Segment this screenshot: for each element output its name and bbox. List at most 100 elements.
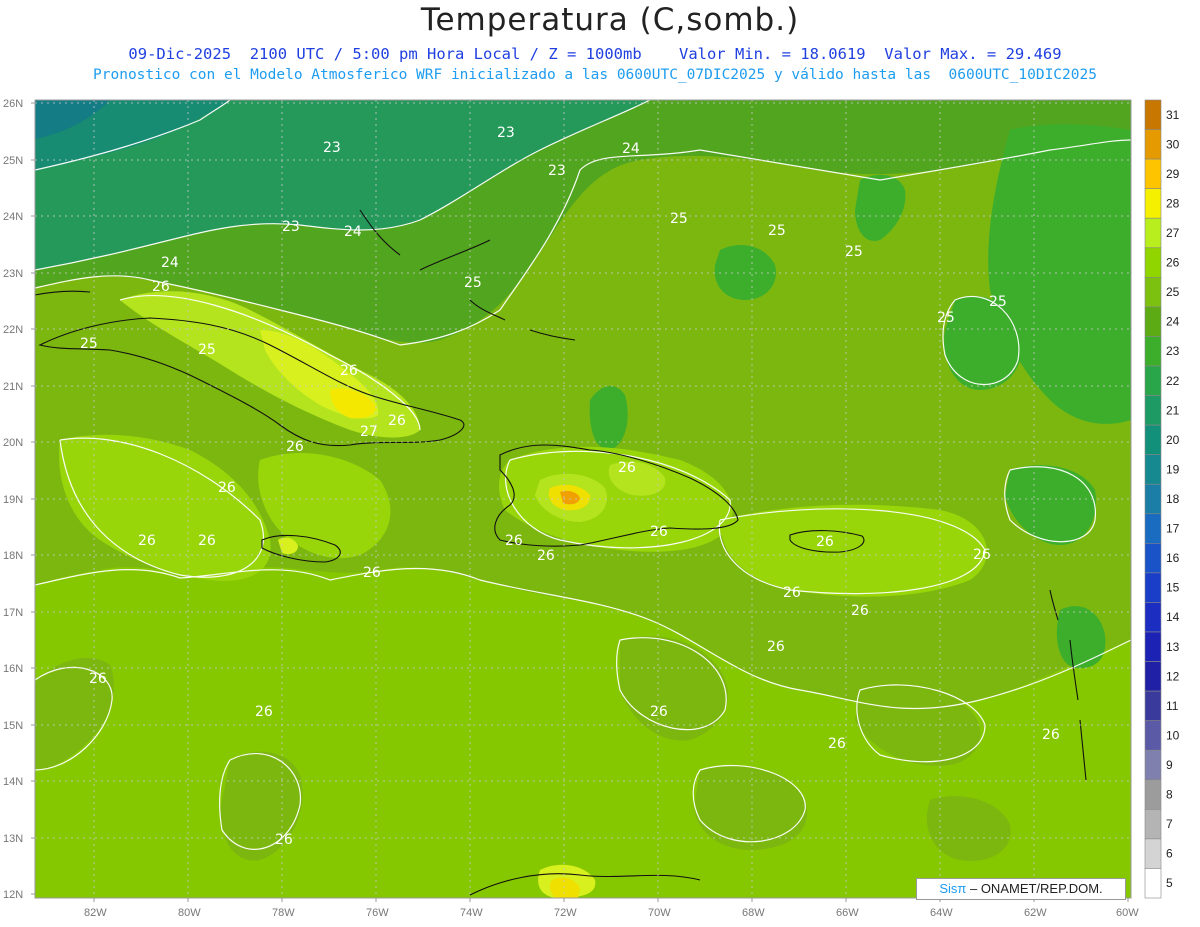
lat-label: 15N [3, 720, 23, 732]
lat-label: 13N [3, 833, 23, 845]
contour-label: 26 [363, 565, 381, 581]
credit-box: Sisπ – ONAMET/REP.DOM. [916, 878, 1126, 900]
lat-label: 26N [3, 98, 23, 110]
contour-label: 26 [851, 603, 869, 619]
colorbar-swatch [1144, 779, 1162, 810]
lon-label: 74W [460, 907, 483, 919]
colorbar-swatch [1144, 247, 1162, 278]
longitude-labels: 82W 80W 78W 76W 74W 72W 70W 68W 66W 64W … [84, 907, 1139, 919]
lat-label: 18N [3, 550, 23, 562]
colorbar-label: 14 [1166, 610, 1180, 624]
contour-label: 25 [80, 336, 98, 352]
contour-label: 26 [286, 439, 304, 455]
lat-label: 23N [3, 268, 23, 280]
colorbar-swatch [1144, 720, 1162, 751]
colorbar-swatch [1144, 306, 1162, 337]
colorbar-label: 5 [1166, 876, 1173, 890]
contour-label: 26 [198, 533, 216, 549]
colorbar-swatch [1144, 277, 1162, 308]
colorbar-label: 30 [1166, 137, 1180, 151]
colorbar-swatch [1144, 838, 1162, 869]
lon-label: 64W [930, 907, 953, 919]
lon-label: 82W [84, 907, 107, 919]
colorbar-label: 11 [1166, 699, 1179, 713]
colorbar-label: 24 [1166, 315, 1180, 329]
contour-label: 26 [255, 704, 273, 720]
contour-label: 24 [622, 141, 640, 157]
lon-label: 66W [836, 907, 859, 919]
colorbar-swatch [1144, 454, 1162, 485]
colorbar-swatch [1144, 602, 1162, 633]
colorbar-label: 21 [1166, 403, 1180, 417]
colorbar-swatch [1144, 483, 1162, 515]
colorbar-swatch [1144, 188, 1162, 219]
contour-label: 24 [161, 255, 179, 271]
contour-label: 26 [767, 639, 785, 655]
temperature-map: 26N 25N 24N 23N 22N 21N 20N 19N 18N 17N … [3, 98, 1180, 919]
contour-label: 26 [275, 832, 293, 848]
colorbar-label: 12 [1166, 669, 1180, 683]
colorbar-label: 17 [1166, 522, 1180, 536]
colorbar-swatch [1144, 749, 1162, 781]
colorbar-swatch [1144, 336, 1162, 367]
contour-label: 26 [152, 279, 170, 295]
colorbar-label: 26 [1166, 256, 1180, 270]
colorbar-swatch [1144, 395, 1162, 426]
contour-label: 26 [816, 534, 834, 550]
lon-label: 76W [366, 907, 389, 919]
colorbar-label: 23 [1166, 344, 1180, 358]
colorbar-swatch [1144, 513, 1162, 544]
contour-label: 25 [768, 223, 786, 239]
contour-label: 26 [340, 363, 358, 379]
contour-label: 26 [828, 736, 846, 752]
lat-label: 14N [3, 776, 23, 788]
contour-label: 26 [505, 533, 523, 549]
colorbar-label: 18 [1166, 492, 1180, 506]
lat-label: 21N [3, 381, 23, 393]
lon-label: 62W [1024, 907, 1047, 919]
contour-label: 26 [138, 533, 156, 549]
colorbar-label: 20 [1166, 433, 1180, 447]
colorbar-label: 25 [1166, 285, 1180, 299]
lat-label: 22N [3, 324, 23, 336]
colorbar-label: 13 [1166, 640, 1180, 654]
contour-label: 26 [388, 413, 406, 429]
colorbar-label: 22 [1166, 374, 1180, 388]
contour-label: 26 [783, 585, 801, 601]
colorbar-swatch [1144, 99, 1162, 130]
colorbar-swatch [1144, 868, 1162, 899]
contour-label: 25 [670, 211, 688, 227]
colorbar-swatch [1144, 572, 1162, 603]
colorbar-swatch [1144, 809, 1162, 840]
colorbar-label: 10 [1166, 728, 1180, 742]
colorbar-swatch [1144, 365, 1162, 396]
contour-label: 27 [360, 424, 378, 440]
contour-label: 25 [198, 342, 216, 358]
lat-label: 12N [3, 889, 23, 901]
colorbar-label: 29 [1166, 167, 1180, 181]
colorbar-label: 16 [1166, 551, 1180, 565]
colorbar-label: 15 [1166, 581, 1180, 595]
lon-label: 80W [178, 907, 201, 919]
temperature-colorbar: 31 30 29 28 27 26 25 24 23 22 21 20 19 18 17 16 15 14 13 12… [1144, 99, 1180, 899]
colorbar-swatch [1144, 661, 1162, 692]
contour-label: 25 [464, 275, 482, 291]
colorbar-swatch [1144, 631, 1162, 662]
contour-label: 24 [344, 224, 362, 240]
credit-text: – ONAMET/REP.DOM. [966, 881, 1103, 896]
lat-label: 24N [3, 211, 23, 223]
colorbar-swatch [1144, 217, 1162, 249]
colorbar-label: 8 [1166, 788, 1173, 802]
colorbar-swatch [1144, 424, 1162, 455]
colorbar-label: 19 [1166, 462, 1180, 476]
contour-label: 26 [218, 480, 236, 496]
lon-label: 72W [554, 907, 577, 919]
contour-label: 23 [548, 163, 566, 179]
latitude-labels: 26N 25N 24N 23N 22N 21N 20N 19N 18N 17N … [3, 98, 23, 901]
contour-label: 26 [650, 704, 668, 720]
contour-label: 26 [537, 548, 555, 564]
contour-label: 23 [282, 219, 300, 235]
colorbar-swatch [1144, 129, 1162, 160]
contour-label: 26 [973, 547, 991, 563]
contour-label: 25 [989, 294, 1007, 310]
